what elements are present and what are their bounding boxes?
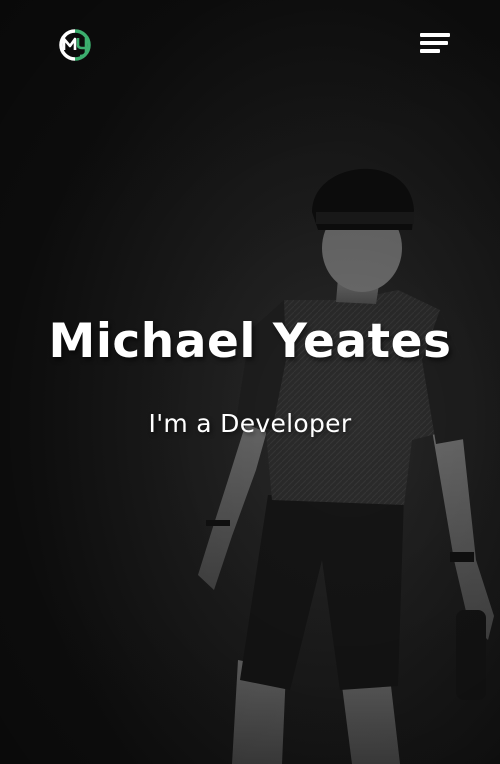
hamburger-menu-icon[interactable] <box>418 31 452 55</box>
hero-overlay <box>0 0 500 764</box>
menu-line-top <box>420 33 450 37</box>
menu-line-middle <box>420 41 448 45</box>
hero-name: Michael Yeates <box>48 314 452 369</box>
hero-section: Michael Yeates I'm a Developer <box>0 0 500 764</box>
hero-tagline: I'm a Developer <box>148 409 352 438</box>
my-monogram-logo-icon[interactable] <box>58 28 92 62</box>
menu-line-bottom <box>420 49 440 53</box>
